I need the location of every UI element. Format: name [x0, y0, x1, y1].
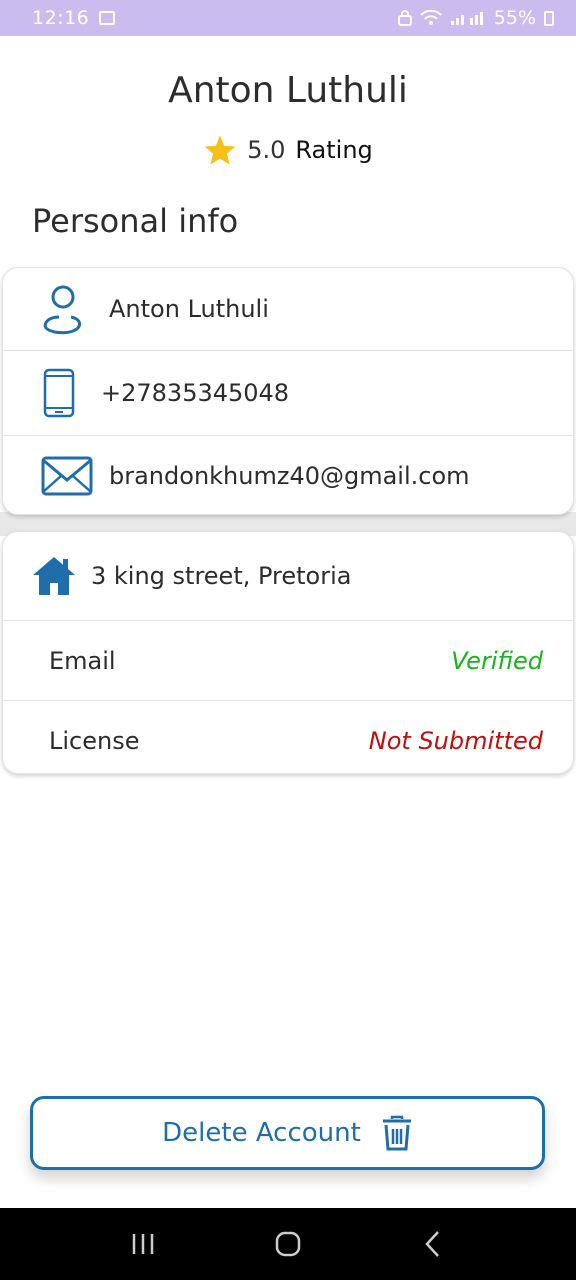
- recent-apps-button[interactable]: [113, 1219, 173, 1269]
- email-row[interactable]: brandonkhumz40@gmail.com: [3, 436, 573, 514]
- back-icon: [425, 1231, 440, 1257]
- gallery-icon: [99, 11, 116, 25]
- email-status-label: Email: [49, 646, 116, 675]
- navigation-bar: [0, 1208, 576, 1280]
- status-time: 12:16: [32, 7, 90, 29]
- section-title: Personal info: [32, 202, 239, 240]
- trash-icon: [381, 1115, 413, 1151]
- name-text: Anton Luthuli: [109, 295, 269, 323]
- status-indicators: 55%: [397, 7, 554, 29]
- star-icon: [203, 134, 237, 166]
- signal-icon: [450, 12, 483, 25]
- recent-apps-icon: [132, 1234, 153, 1254]
- phone-text: +27835345048: [101, 379, 290, 407]
- rating-row: 5.0 Rating: [0, 134, 576, 166]
- phone-row[interactable]: +27835345048: [3, 351, 573, 436]
- delete-account-button[interactable]: Delete Account: [30, 1096, 545, 1170]
- rating-label: Rating: [295, 136, 373, 164]
- wifi-icon: [420, 10, 442, 25]
- delete-account-label: Delete Account: [162, 1118, 361, 1148]
- email-text: brandonkhumz40@gmail.com: [109, 462, 470, 490]
- battery-icon: [544, 10, 554, 26]
- name-row[interactable]: Anton Luthuli: [3, 268, 573, 351]
- email-status-value: Verified: [451, 646, 543, 675]
- home-icon: [31, 555, 77, 597]
- profile-name: Anton Luthuli: [168, 70, 408, 111]
- lock-icon: [397, 10, 412, 26]
- license-status-row[interactable]: License Not Submitted: [3, 701, 573, 773]
- battery-percent: 55%: [493, 7, 536, 29]
- license-status-value: Not Submitted: [368, 727, 543, 755]
- back-button[interactable]: [403, 1219, 463, 1269]
- license-status-label: License: [49, 727, 140, 755]
- phone-icon: [43, 368, 75, 418]
- home-button[interactable]: [258, 1219, 318, 1269]
- address-card: 3 king street, Pretoria Email Verified L…: [2, 531, 574, 774]
- address-text: 3 king street, Pretoria: [91, 562, 352, 590]
- status-bar: 12:16 55%: [0, 0, 576, 36]
- home-circle-icon: [275, 1231, 301, 1257]
- rating-value: 5.0: [247, 136, 286, 164]
- address-row[interactable]: 3 king street, Pretoria: [3, 532, 573, 621]
- page-header: Anton Luthuli: [0, 70, 576, 111]
- person-icon: [41, 283, 85, 335]
- mail-icon: [41, 456, 93, 496]
- personal-info-card: Anton Luthuli +27835345048 brandonkhumz4…: [2, 267, 574, 515]
- email-status-row: Email Verified: [3, 621, 573, 701]
